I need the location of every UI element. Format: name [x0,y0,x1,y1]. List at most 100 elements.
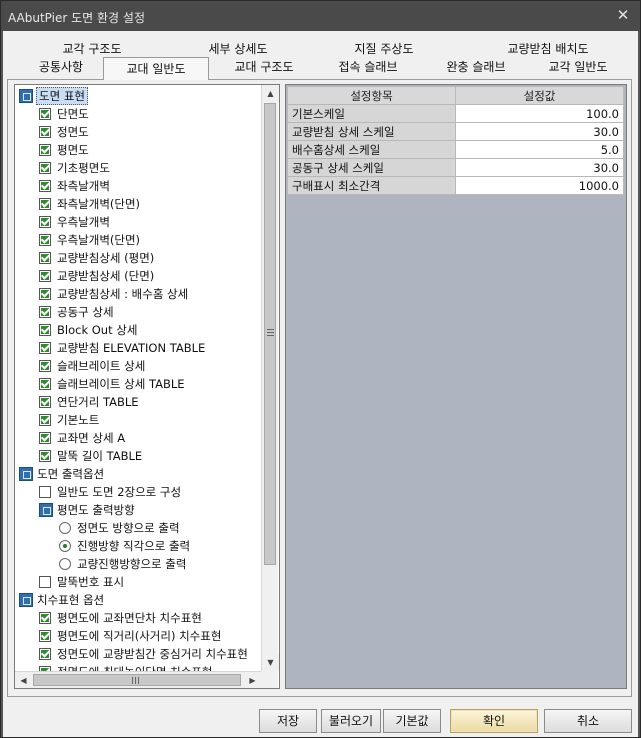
tree-vertical-scrollbar[interactable]: ▲ ▼ [261,85,279,671]
table-row[interactable]: 배수홈상세 스케일 5.0 [287,140,624,159]
folder-icon [39,503,53,517]
checkbox[interactable] [39,324,51,336]
checkbox[interactable] [39,396,51,408]
checkbox[interactable] [39,162,51,174]
setting-name: 교량받침 상세 스케일 [287,122,456,141]
table-row[interactable]: 기본스케일 100.0 [287,104,624,123]
tab-geology[interactable]: 지질 주상도 [339,40,429,58]
tree-item-label: 교량받침상세 (단면) [57,269,155,283]
checkbox[interactable] [39,234,51,246]
checkbox[interactable] [39,414,51,426]
scroll-corner [261,671,278,688]
radio-label: 교량진행방향으로 출력 [77,557,187,571]
setting-value[interactable]: 5.0 [455,140,624,159]
folder-icon [19,593,33,607]
tab-approach-slab[interactable]: 접속 슬래브 [323,58,413,76]
checkbox[interactable] [39,666,51,671]
tree-item-label: 우측날개벽 [57,215,110,229]
tree-group-label: 도면 출력옵션 [37,467,105,481]
tree-item-label: 단면도 [57,107,89,121]
tab-common[interactable]: 공통사항 [23,58,99,76]
scroll-left-arrow-icon[interactable]: ◀ [15,672,32,688]
tab-pier-structure[interactable]: 교각 구조도 [47,40,137,58]
tree-horizontal-scrollbar[interactable]: ◀ ▶ [15,671,261,688]
radio-label: 정면도 방향으로 출력 [77,521,180,535]
radio-button[interactable] [59,540,71,552]
checkbox[interactable] [39,270,51,282]
checkbox[interactable] [39,180,51,192]
checkbox[interactable] [39,360,51,372]
radio-button[interactable] [59,558,71,570]
checkbox[interactable] [39,126,51,138]
scroll-thumb[interactable] [264,103,276,565]
setting-value[interactable]: 1000.0 [455,176,624,195]
checkbox[interactable] [39,486,51,498]
save-button[interactable]: 저장 [259,709,317,733]
tree-group-label: 치수표현 옵션 [37,593,105,607]
tree-item-label: 좌측날개벽(단면) [57,197,141,211]
load-button[interactable]: 불러오기 [321,709,381,733]
checkbox[interactable] [39,576,51,588]
checkbox[interactable] [39,198,51,210]
checkbox[interactable] [39,612,51,624]
tree-item-label: 정면도에 교량받침간 중심거리 치수표현 [57,647,248,661]
tree-item-label: 평면도 [57,143,89,157]
settings-table: 설정항목 설정값 기본스케일 100.0 교량받침 상세 스케일 30.0 배수… [287,86,624,195]
cancel-button[interactable]: 취소 [544,709,632,733]
checkbox[interactable] [39,144,51,156]
tab-bearing-layout[interactable]: 교량받침 배치도 [493,40,603,58]
radio-button[interactable] [59,522,71,534]
checkbox[interactable] [39,306,51,318]
tab-detail[interactable]: 세부 상세도 [193,40,283,58]
checkbox[interactable] [39,648,51,660]
scroll-down-arrow-icon[interactable]: ▼ [262,654,279,671]
title-bar: AAbutPier 도면 환경 설정 ✕ [1,1,640,31]
tree-item-label: 말뚝 길이 TABLE [57,449,143,463]
scroll-thumb[interactable] [33,674,241,686]
column-header-item[interactable]: 설정항목 [287,86,456,105]
scroll-right-arrow-icon[interactable]: ▶ [244,672,261,688]
table-row[interactable]: 교량받침 상세 스케일 30.0 [287,122,624,141]
grip-icon [132,677,139,684]
table-row[interactable]: 구배표시 최소간격 1000.0 [287,176,624,195]
settings-grid: 설정항목 설정값 기본스케일 100.0 교량받침 상세 스케일 30.0 배수… [285,84,627,689]
tree-group-label: 도면 표현 [36,87,88,105]
tree-item-label: 말뚝번호 표시 [57,575,125,589]
tree-item-label: 정면도에 최대높이단면 치수표현 [57,663,212,671]
folder-icon [19,467,33,481]
tree-item-label: 슬래브레이트 상세 [57,359,146,373]
setting-value[interactable]: 30.0 [455,122,624,141]
tree-item-label: 평면도에 직거리(사거리) 치수표현 [57,629,222,643]
checkbox[interactable] [39,630,51,642]
checkbox[interactable] [39,288,51,300]
setting-value[interactable]: 30.0 [455,158,624,177]
tab-abutment-structure[interactable]: 교대 구조도 [219,58,309,76]
tree-item-label: 기초평면도 [57,161,110,175]
options-tree[interactable]: 도면 표현 단면도 정면도 평면도 기초평면도 좌측날개벽 좌측날개벽(단면) … [14,84,280,689]
checkbox[interactable] [39,450,51,462]
checkbox[interactable] [39,432,51,444]
tree-item-label: 교좌면 상세 A [57,431,126,445]
checkbox[interactable] [39,252,51,264]
scroll-up-arrow-icon[interactable]: ▲ [262,85,279,102]
tree-item-label: 일반도 도면 2장으로 구성 [57,485,182,499]
tab-buffer-slab[interactable]: 완충 슬래브 [431,58,521,76]
column-header-value[interactable]: 설정값 [455,86,624,105]
setting-name: 기본스케일 [287,104,456,123]
ok-button[interactable]: 확인 [450,709,538,733]
tab-pier-general[interactable]: 교각 일반도 [533,58,623,76]
close-icon[interactable]: ✕ [615,7,631,23]
tab-row-1: 교각 구조도 세부 상세도 지질 주상도 교량받침 배치도 [3,40,638,58]
checkbox[interactable] [39,342,51,354]
setting-name: 배수홈상세 스케일 [287,140,456,159]
setting-value[interactable]: 100.0 [455,104,624,123]
checkbox[interactable] [39,216,51,228]
checkbox[interactable] [39,378,51,390]
table-row[interactable]: 공동구 상세 스케일 30.0 [287,158,624,177]
checkbox[interactable] [39,108,51,120]
tab-abutment-general[interactable]: 교대 일반도 [103,57,209,80]
tree-content: 도면 표현 단면도 정면도 평면도 기초평면도 좌측날개벽 좌측날개벽(단면) … [15,85,260,671]
default-button[interactable]: 기본값 [383,709,441,733]
tree-item-label: 정면도 [57,125,89,139]
setting-name: 구배표시 최소간격 [287,176,456,195]
